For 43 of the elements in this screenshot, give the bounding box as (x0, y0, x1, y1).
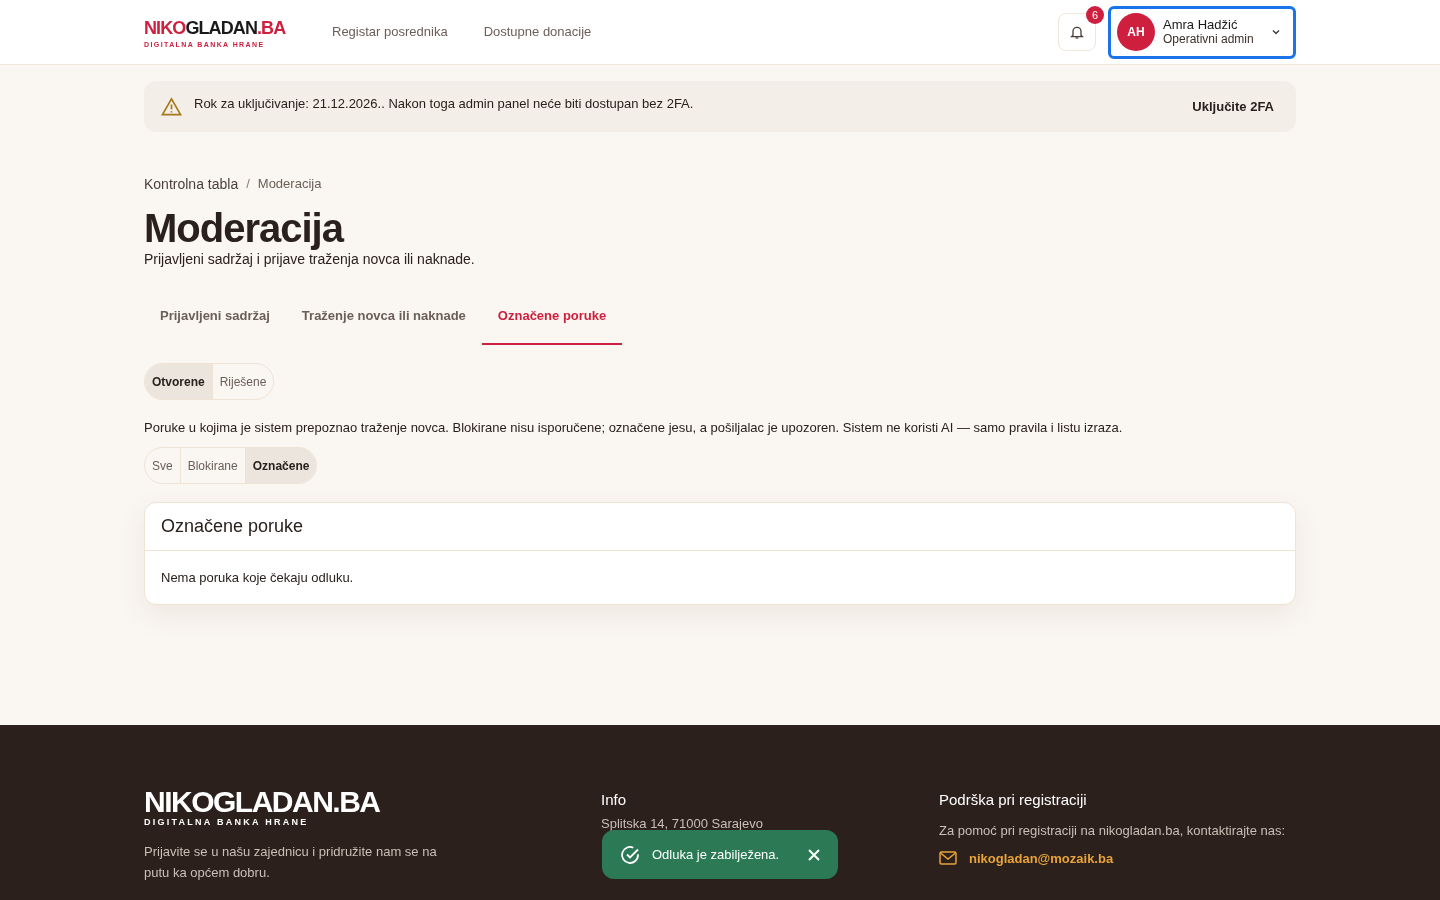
tab[interactable]: Prijavljeni sadržaj (144, 289, 286, 345)
footer-about-text: Prijavite se u našu zajednicu i pridružite nam se na putu ka općem dobru. (144, 843, 438, 882)
check-circle-icon (620, 844, 640, 865)
toast-message: Odluka je zabilježena. (652, 845, 780, 864)
logo-text[interactable]: NIKOGLADAN.BA (144, 15, 286, 41)
footer-heading: Info (601, 790, 628, 810)
tab[interactable]: Traženje novca ili naknade (285, 289, 482, 345)
notification-count: 6 (1086, 6, 1104, 24)
filter-button[interactable]: Označene (244, 448, 317, 483)
warning-text: Rok za uključivanje: 21.12.2026.. Nakon toga admin panel neće biti dostupan bez 2FA. (194, 95, 694, 114)
breadcrumb-item[interactable]: Kontrolna tabla (144, 173, 239, 195)
user-name: Amra Hadžić (1163, 17, 1238, 32)
nav-link[interactable]: Registar posrednika (332, 22, 448, 42)
bell-icon (1069, 24, 1085, 40)
footer-heading: Podrška pri registraciji (939, 790, 1088, 810)
warning-icon (161, 97, 182, 116)
description-text: Poruke u kojima je sistem prepoznao traženje novca. Blokirane nisu isporučene; označene jesu, a pošiljalac je upozoren. Sistem ne koristi AI — samo pravila i listu izraza. (144, 419, 1124, 437)
footer-tagline: DIGITALNA BANKA HRANE (144, 817, 310, 827)
notifications-button[interactable] (1058, 13, 1096, 51)
empty-state-text: Nema poruka koje čekaju odluku. (160, 568, 355, 587)
filter-button[interactable]: Otvorene (145, 364, 212, 399)
breadcrumb-separator: / (246, 175, 250, 194)
tab[interactable]: Označene poruke (481, 289, 623, 345)
filter-button[interactable]: Blokirane (179, 448, 245, 483)
breadcrumb-item[interactable]: Moderacija (257, 174, 322, 194)
close-icon (808, 848, 820, 861)
footer-logo: NIKOGLADAN.BA (144, 787, 381, 817)
page-title: Moderacija (144, 206, 345, 250)
email-link[interactable]: nikogladan@mozaik.ba (969, 848, 1114, 868)
filter-button[interactable]: Sve (145, 448, 180, 483)
nav-link[interactable]: Dostupne donacije (483, 22, 592, 42)
mail-icon (939, 851, 957, 866)
chevron-down-icon (1271, 27, 1281, 37)
card-title: Označene poruke (145, 503, 1295, 551)
user-avatar: AH (1117, 13, 1155, 51)
filter-button[interactable]: Riješene (211, 364, 274, 399)
close-button[interactable] (808, 848, 820, 861)
page-subtitle: Prijavljeni sadržaj i prijave traženja novca ili naknade. (144, 250, 476, 268)
user-role: Operativni admin (1163, 32, 1254, 47)
enable-2fa-link[interactable]: Uključite 2FA (1192, 96, 1274, 117)
user-menu-button[interactable]: AH Amra Hadžić Operativni admin (1108, 5, 1296, 59)
support-text: Za pomoć pri registraciji na nikogladan.ba, kontaktirajte nas: (939, 821, 1287, 840)
address-text: Splitska 14, 71000 Sarajevo (601, 814, 764, 833)
